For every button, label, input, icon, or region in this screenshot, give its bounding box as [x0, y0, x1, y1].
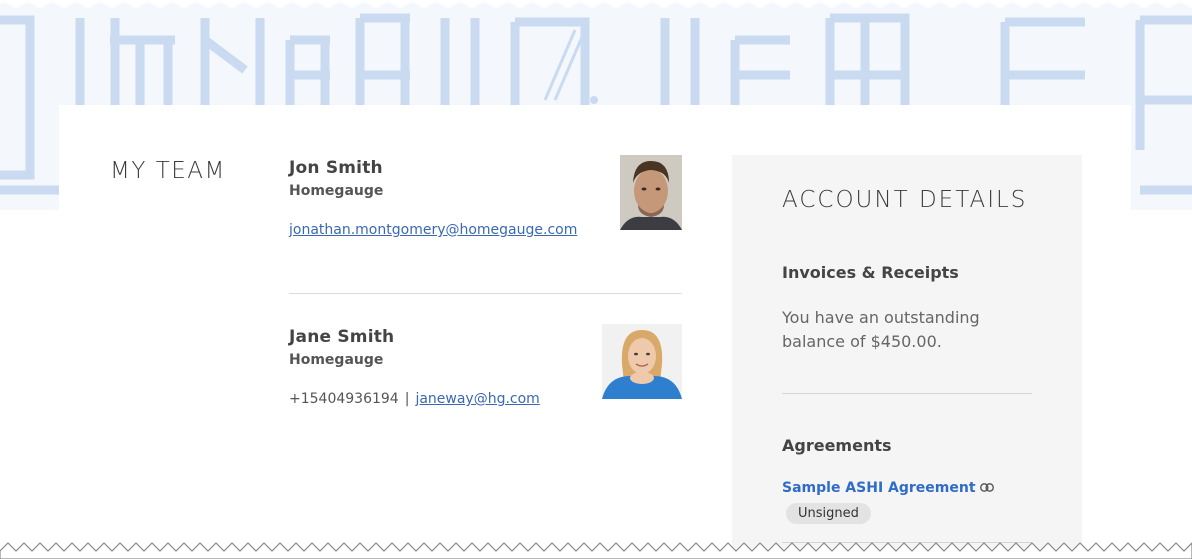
panel-divider — [782, 393, 1032, 394]
balance-text: You have an outstanding balance of $450.… — [782, 308, 980, 351]
woman-portrait-image — [602, 324, 682, 399]
agreement-link-label: Sample ASHI Agreement — [782, 480, 976, 496]
man-portrait-image — [620, 155, 682, 230]
avatar — [602, 324, 682, 399]
agreements-heading: Agreements — [782, 436, 892, 455]
agreement-link[interactable]: Sample ASHI Agreement — [782, 480, 994, 496]
team-member-card: Jon Smith Homegauge jonathan.montgomery@… — [289, 155, 682, 238]
avatar — [620, 155, 682, 230]
torn-top-edge — [0, 0, 1192, 8]
team-member-card: Jane Smith Homegauge +15404936194 | janewa… — [289, 324, 682, 407]
member-email-link[interactable]: janeway@hg.com — [415, 391, 539, 407]
account-details-panel: ACCOUNT DETAILS Invoices & Receipts You … — [732, 155, 1082, 559]
torn-bottom-edge — [0, 542, 1192, 559]
my-team-title: MY TEAM — [110, 158, 226, 184]
member-email-link[interactable]: jonathan.montgomery@homegauge.com — [289, 222, 577, 238]
status-badge: Unsigned — [786, 503, 871, 524]
account-details-title: ACCOUNT DETAILS — [782, 187, 1028, 213]
contact-separator: | — [404, 391, 410, 407]
member-phone: +15404936194 — [289, 391, 399, 407]
link-icon — [979, 480, 994, 496]
team-divider — [289, 293, 682, 294]
invoices-heading: Invoices & Receipts — [782, 263, 959, 282]
